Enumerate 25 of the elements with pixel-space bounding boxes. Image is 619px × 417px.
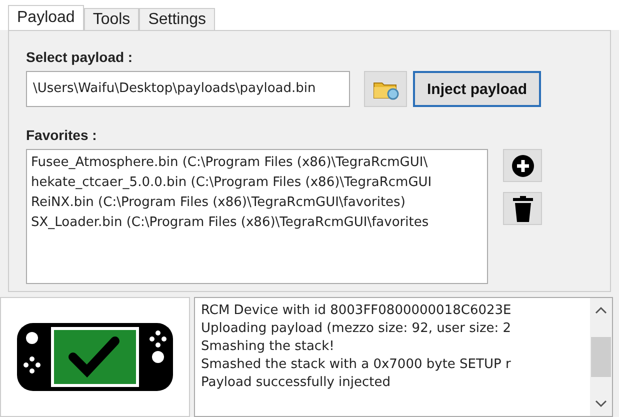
delete-favorite-button[interactable] bbox=[503, 192, 542, 225]
tab[interactable]: Settings bbox=[139, 8, 215, 30]
log-line: Smashed the stack with a 0x7000 byte SETUP r bbox=[201, 356, 512, 374]
scrollbar[interactable] bbox=[590, 298, 612, 416]
favorites-label: Favorites : bbox=[26, 127, 98, 143]
favorite-item[interactable]: hekate_ctcaer_5.0.0.bin (C:\Program Files (x86)\TegraRcmGUI bbox=[31, 173, 483, 193]
select-payload-label: Select payload : bbox=[26, 49, 134, 65]
favorite-item[interactable]: Fusee_Atmosphere.bin (C:\Program Files (x86)\TegraRcmGUI\ bbox=[31, 153, 483, 173]
scroll-down-icon[interactable] bbox=[595, 400, 607, 408]
favorite-item[interactable]: ReiNX.bin (C:\Program Files (x86)\TegraRcmGUI\favorites) bbox=[31, 193, 483, 213]
scroll-thumb[interactable] bbox=[591, 337, 611, 377]
log-line: RCM Device with id 8003FF0800000018C6023E bbox=[201, 302, 512, 320]
log-line: Payload successfully injected bbox=[201, 374, 392, 392]
log-line: Smashing the stack! bbox=[201, 338, 336, 356]
favorite-item[interactable]: SX_Loader.bin (C:\Program Files (x86)\TegraRcmGUI\favorites bbox=[31, 213, 483, 233]
inject-payload-button[interactable]: Inject payload bbox=[413, 71, 541, 107]
payload-path-field[interactable]: \Users\Waifu\Desktop\payloads\payload.bin bbox=[26, 71, 350, 107]
tab[interactable]: Payload bbox=[8, 5, 84, 30]
log-line: Uploading payload (mezzo size: 92, user size: 2 bbox=[201, 320, 512, 338]
add-favorite-button[interactable] bbox=[503, 149, 542, 182]
scroll-up-icon[interactable] bbox=[595, 306, 607, 314]
plus-circle-icon bbox=[510, 154, 534, 178]
browse-button[interactable] bbox=[364, 71, 407, 107]
tab[interactable]: Tools bbox=[84, 8, 140, 30]
trash-icon bbox=[512, 196, 532, 222]
